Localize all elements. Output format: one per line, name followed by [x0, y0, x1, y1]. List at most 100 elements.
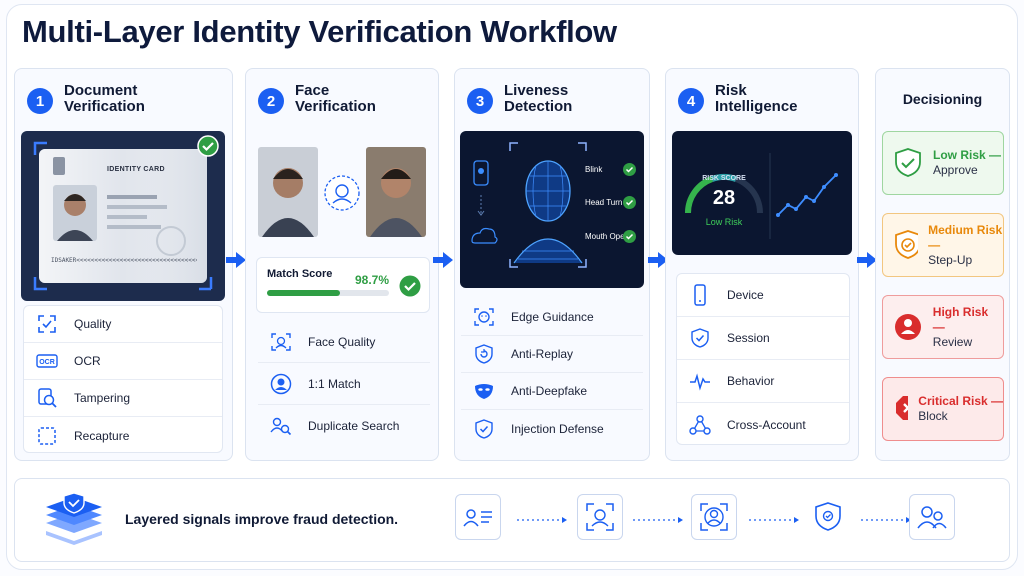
risk-score-value: 28	[712, 187, 736, 209]
check-quality: Quality	[24, 306, 222, 343]
mrz-line: IDSAKER<<<<<<<<<<<<<<<<<<<<<<<<<<<<<<<<<…	[51, 257, 197, 264]
layers-shield-icon	[46, 492, 102, 545]
dashed-frame-icon	[38, 426, 56, 445]
ocr-icon: OCR	[36, 354, 58, 368]
stage-header: 2 Face Verification	[258, 83, 376, 115]
pulse-icon	[690, 373, 710, 391]
flow-arrow-icon	[226, 252, 246, 268]
dotted-arrow-icon	[517, 517, 567, 523]
summary-strip: Layered signals improve fraud detection.	[14, 478, 1010, 562]
outcome-level: Medium Risk —	[928, 222, 1003, 252]
outcome-action: Block	[918, 409, 948, 423]
outcome-step-up: Medium Risk — Step-Up	[882, 213, 1004, 277]
check-recapture: Recapture	[24, 417, 222, 454]
stage-liveness-detection: 3 Liveness Detection Blink Head Turn Mout…	[454, 68, 650, 461]
check-one-to-one-match: 1:1 Match	[258, 363, 430, 405]
stage-face-verification: 2 Face Verification Match Score 98.7% Fac…	[245, 68, 439, 461]
dotted-arrow-icon	[633, 517, 683, 523]
check-duplicate-search: Duplicate Search	[258, 405, 430, 447]
liveness-check-mouth-open: Mouth Open	[585, 230, 636, 243]
ocr-badge-text: OCR	[39, 359, 55, 366]
id-card-label: IDENTITY CARD	[107, 166, 165, 173]
face-match-icon	[324, 175, 360, 211]
step-icon-decision	[909, 494, 955, 540]
verified-check-icon	[197, 135, 219, 157]
outcome-review: High Risk — Review	[882, 295, 1004, 359]
stage-header: 4 Risk Intelligence	[678, 83, 798, 115]
signal-cross-account: Cross-Account	[677, 403, 849, 446]
users-search-icon	[270, 417, 292, 436]
id-card-scan: IDENTITY CARD IDSAKER<<<<<<<<<<<<<<<<<<<…	[21, 131, 225, 301]
shield-icon	[815, 502, 841, 531]
selfie-photo-face	[366, 147, 426, 237]
check-ocr: OCR OCR	[24, 343, 222, 380]
risk-score-label: RISK SCORE	[702, 175, 746, 182]
stage-risk-intelligence: 4 Risk Intelligence RISK SCORE 28 Low Ris…	[665, 68, 859, 461]
check-anti-replay: Anti-Replay	[461, 336, 643, 373]
outcome-action: Step-Up	[928, 252, 973, 267]
match-score-value: 98.7%	[355, 273, 390, 287]
step-icon-liveness	[691, 494, 737, 540]
match-check-icon	[399, 275, 421, 297]
step-icon-risk	[805, 494, 851, 540]
stop-octagon-icon	[896, 396, 909, 420]
outcome-block: Critical Risk — Block	[882, 377, 1004, 441]
face-outline-icon	[474, 308, 494, 326]
shield-check-icon	[895, 230, 919, 259]
check-injection-defense: Injection Defense	[461, 410, 643, 447]
flow-arrow-icon	[857, 252, 877, 268]
check-face-quality: Face Quality	[258, 321, 430, 363]
check-anti-deepfake: Anti-Deepfake	[461, 373, 643, 410]
stage-title: Document Verification	[64, 82, 145, 115]
face-check-list: Face Quality 1:1 Match Duplicate Search	[258, 321, 430, 446]
step-icon-document	[455, 494, 501, 540]
page-title: Multi-Layer Identity Verification Workfl…	[22, 14, 617, 49]
risk-level-label: Low Risk	[705, 217, 743, 227]
liveness-check-blink: Blink	[585, 163, 636, 176]
step-number: 1	[27, 88, 53, 114]
summary-text: Layered signals improve fraud detection.	[125, 511, 399, 527]
signal-device: Device	[677, 274, 849, 317]
check-edge-guidance: Edge Guidance	[461, 299, 643, 336]
match-score-track	[267, 290, 389, 296]
step-icon-face	[577, 494, 623, 540]
step-number: 3	[467, 88, 493, 114]
user-circle-icon	[270, 373, 292, 394]
face-scan-icon	[586, 503, 614, 531]
outcome-approve: Low Risk — Approve	[882, 131, 1004, 195]
signal-behavior: Behavior	[677, 360, 849, 403]
user-scan-icon	[700, 503, 728, 531]
step-number: 4	[678, 88, 704, 114]
magnifier-document-icon	[38, 388, 57, 408]
decisioning-panel: Decisioning Low Risk — Approve Medium Ris…	[875, 68, 1010, 461]
liveness-check-list: Edge Guidance Anti-Replay Anti-Deepfake …	[461, 299, 643, 449]
decisioning-title: Decisioning	[902, 91, 983, 107]
users-icon	[917, 506, 947, 529]
stage-title: Liveness Detection	[504, 82, 573, 115]
stage-header: 3 Liveness Detection	[467, 83, 572, 115]
network-icon	[689, 414, 711, 435]
phone-icon	[694, 284, 706, 306]
flow-arrow-icon	[433, 252, 453, 268]
id-photo-face	[258, 147, 318, 237]
stage-title: Face Verification	[295, 82, 376, 115]
id-card-icon	[463, 509, 492, 527]
mask-icon	[475, 384, 493, 399]
refresh-shield-icon	[475, 344, 493, 364]
check-icon	[623, 163, 636, 176]
shield-check-icon	[691, 328, 709, 348]
check-tampering: Tampering	[24, 380, 222, 417]
stage-title: Risk Intelligence	[715, 82, 798, 115]
check-icon	[623, 230, 636, 243]
check-icon	[623, 196, 636, 209]
outcome-action: Review	[932, 334, 973, 349]
liveness-check-head-turn: Head Turn	[585, 196, 636, 209]
user-alert-icon	[895, 314, 921, 340]
outcome-level: Low Risk —	[933, 148, 1002, 162]
document-check-list: Quality OCR OCR Tampering Recapture	[23, 305, 223, 453]
stage-document-verification: 1 Document Verification IDENTITY CARD IDS…	[14, 68, 233, 461]
outcome-action: Approve	[933, 163, 978, 177]
shield-check-icon	[895, 148, 921, 177]
match-score-card: Match Score 98.7%	[256, 257, 430, 313]
liveness-scan-view: Blink Head Turn Mouth Open	[460, 131, 644, 288]
